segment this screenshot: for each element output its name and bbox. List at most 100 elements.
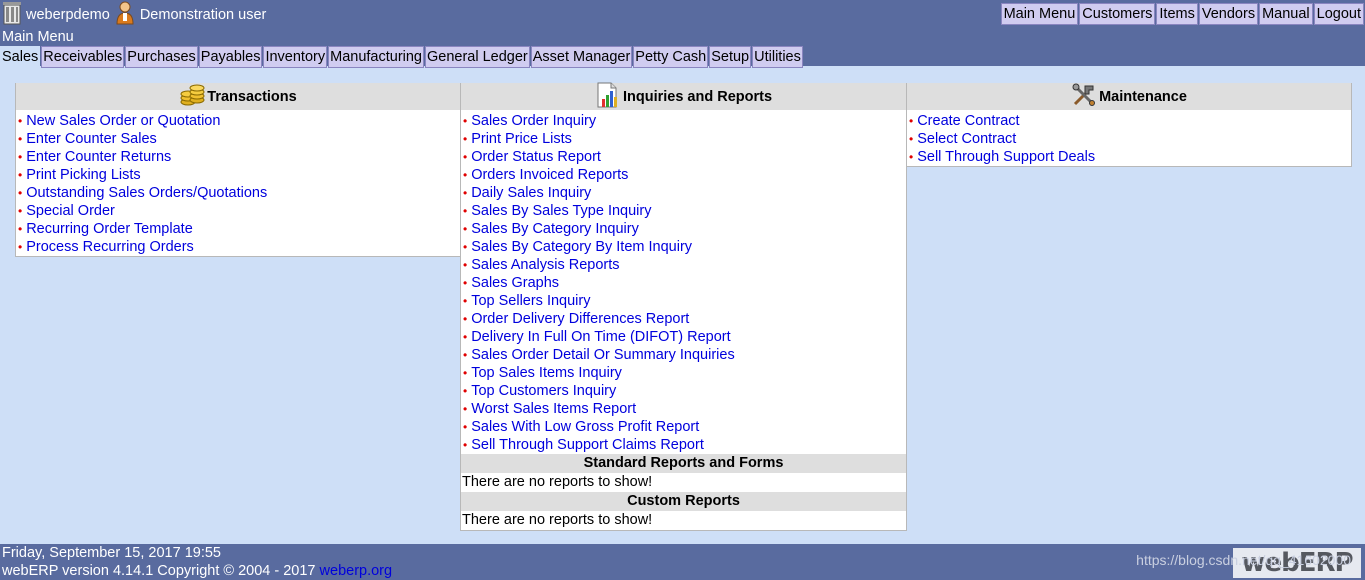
link-enter-counter-sales[interactable]: Enter Counter Sales [26,131,157,147]
footer-weberp-link[interactable]: weberp.org [320,563,393,579]
quicklink-main-menu[interactable]: Main Menu [1000,3,1079,25]
link-print-price-lists[interactable]: Print Price Lists [471,131,572,147]
link-process-recurring-orders[interactable]: Process Recurring Orders [26,239,194,255]
link-sales-analysis-reports[interactable]: Sales Analysis Reports [471,257,619,273]
tab-general-ledger[interactable]: General Ledger [425,46,530,68]
link-sales-by-category[interactable]: Sales By Category Inquiry [471,221,639,237]
bullet-icon: • [463,330,468,344]
link-top-customers[interactable]: Top Customers Inquiry [471,383,616,399]
tab-utilities[interactable]: Utilities [752,46,803,68]
quicklink-manual[interactable]: Manual [1259,3,1313,25]
list-item: • Sales By Sales Type Inquiry [461,202,906,220]
bullet-icon: • [463,312,468,326]
quicklink-items[interactable]: Items [1156,3,1198,25]
tab-inventory[interactable]: Inventory [263,46,328,68]
user-name[interactable]: Demonstration user [140,7,267,23]
list-item: • Sales Graphs [461,274,906,292]
tab-asset-manager[interactable]: Asset Manager [530,46,633,68]
bullet-icon: • [18,222,23,236]
tab-manufacturing[interactable]: Manufacturing [328,46,424,68]
link-daily-sales-inquiry[interactable]: Daily Sales Inquiry [471,185,591,201]
list-item: • Order Status Report [461,148,906,166]
link-new-sales-order[interactable]: New Sales Order or Quotation [26,113,220,129]
bullet-icon: • [463,276,468,290]
list-item: • New Sales Order or Quotation [16,112,460,130]
transactions-title: Transactions [207,88,297,105]
list-item: • Select Contract [907,130,1351,148]
link-worst-sales-items[interactable]: Worst Sales Items Report [471,401,636,417]
link-difot-report[interactable]: Delivery In Full On Time (DIFOT) Report [471,329,730,345]
footer-version-text: webERP version 4.14.1 Copyright © 2004 -… [2,563,316,579]
list-item: • Enter Counter Sales [16,130,460,148]
tab-setup[interactable]: Setup [709,46,752,68]
bullet-icon: • [18,240,23,254]
link-sell-through-deals[interactable]: Sell Through Support Deals [917,149,1095,165]
bullet-icon: • [463,222,468,236]
quicklink-logout[interactable]: Logout [1313,3,1364,25]
link-sales-graphs[interactable]: Sales Graphs [471,275,559,291]
bullet-icon: • [18,168,23,182]
link-outstanding-orders[interactable]: Outstanding Sales Orders/Quotations [26,185,267,201]
bullet-icon: • [18,150,23,164]
link-special-order[interactable]: Special Order [26,203,115,219]
bullet-icon: • [463,366,468,380]
user-avatar-icon[interactable] [114,1,136,29]
link-order-status-report[interactable]: Order Status Report [471,149,601,165]
link-sales-order-inquiry[interactable]: Sales Order Inquiry [471,113,596,129]
bullet-icon: • [463,168,468,182]
footer-bar: Friday, September 15, 2017 19:55 webERP … [0,544,1365,580]
link-select-contract[interactable]: Select Contract [917,131,1016,147]
bullet-icon: • [18,186,23,200]
report-chart-icon [595,81,621,113]
link-sell-through-claims[interactable]: Sell Through Support Claims Report [471,437,704,453]
bullet-icon: • [18,204,23,218]
list-item: • Top Sellers Inquiry [461,292,906,310]
link-sales-by-category-item[interactable]: Sales By Category By Item Inquiry [471,239,692,255]
link-sales-by-type[interactable]: Sales By Sales Type Inquiry [471,203,651,219]
tab-sales[interactable]: Sales [0,46,41,68]
company-icon[interactable] [2,1,22,29]
bullet-icon: • [18,114,23,128]
link-low-gross-profit[interactable]: Sales With Low Gross Profit Report [471,419,699,435]
list-item: • Sales With Low Gross Profit Report [461,418,906,436]
list-item: • Top Sales Items Inquiry [461,364,906,382]
custom-reports-empty: There are no reports to show! [462,512,653,528]
transactions-header: Transactions [16,83,460,110]
list-item: • Order Delivery Differences Report [461,310,906,328]
link-order-delivery-differences[interactable]: Order Delivery Differences Report [471,311,689,327]
maintenance-title: Maintenance [1099,88,1187,105]
inquiries-title: Inquiries and Reports [622,88,773,105]
tab-payables[interactable]: Payables [198,46,263,68]
tab-receivables[interactable]: Receivables [41,46,125,68]
quicklink-customers[interactable]: Customers [1079,3,1156,25]
standard-reports-header: Standard Reports and Forms [461,454,906,473]
transactions-panel: Transactions • New Sales Order or Quotati… [15,83,461,257]
link-top-sales-items[interactable]: Top Sales Items Inquiry [471,365,622,381]
list-item: • Sales By Category Inquiry [461,220,906,238]
list-item: • Process Recurring Orders [16,238,460,256]
inquiries-list: • Sales Order Inquiry • Print Price Lists … [461,110,906,454]
bullet-icon: • [909,150,914,164]
footer-version: webERP version 4.14.1 Copyright © 2004 -… [2,563,392,579]
company-name[interactable]: weberpdemo [26,7,110,23]
maintenance-list: • Create Contract • Select Contract • Sell … [907,110,1351,166]
bullet-icon: • [909,114,914,128]
module-tabs: Sales Receivables Purchases Payables Inv… [0,46,804,68]
header-bar: weberpdemo Demonstration user Main Menu … [0,0,1365,68]
link-orders-invoiced-reports[interactable]: Orders Invoiced Reports [471,167,628,183]
link-print-picking-lists[interactable]: Print Picking Lists [26,167,140,183]
list-item: • Recurring Order Template [16,220,460,238]
link-sales-order-detail[interactable]: Sales Order Detail Or Summary Inquiries [471,347,735,363]
link-recurring-order-template[interactable]: Recurring Order Template [26,221,193,237]
bullet-icon: • [463,348,468,362]
watermark-text: https://blog.csdn.net/qq_41602000 [1136,552,1351,568]
quicklink-vendors[interactable]: Vendors [1198,3,1259,25]
link-top-sellers-inquiry[interactable]: Top Sellers Inquiry [471,293,590,309]
link-enter-counter-returns[interactable]: Enter Counter Returns [26,149,171,165]
list-item: • Orders Invoiced Reports [461,166,906,184]
page-title: Main Menu [2,29,74,45]
tab-petty-cash[interactable]: Petty Cash [633,46,709,68]
bullet-icon: • [463,204,468,218]
tab-purchases[interactable]: Purchases [125,46,198,68]
link-create-contract[interactable]: Create Contract [917,113,1019,129]
